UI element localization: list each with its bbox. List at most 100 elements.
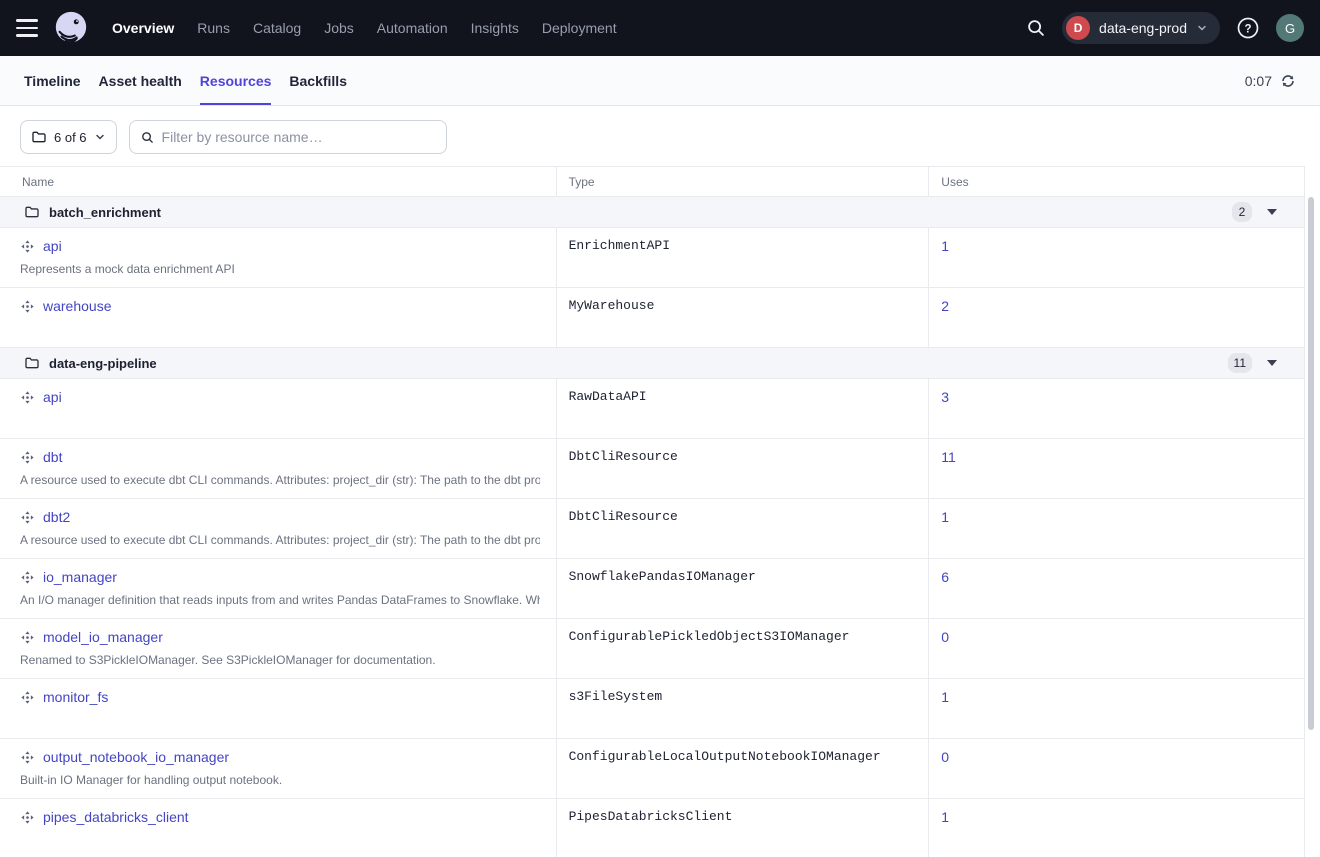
resource-name-cell: pipes_databricks_client — [0, 799, 557, 857]
group-name: batch_enrichment — [49, 205, 161, 220]
tab-resources[interactable]: Resources — [200, 56, 272, 105]
resource-name-link[interactable]: io_manager — [43, 569, 117, 585]
resource-group-row[interactable]: batch_enrichment 2 — [0, 197, 1305, 228]
resource-uses-link[interactable]: 3 — [941, 389, 949, 405]
refresh-icon[interactable] — [1280, 73, 1296, 89]
resource-filter-input[interactable] — [162, 129, 436, 145]
resource-name-link[interactable]: dbt — [43, 449, 62, 465]
resource-name-cell: warehouse — [0, 288, 557, 347]
collapse-caret-icon[interactable] — [1267, 360, 1277, 366]
resource-icon — [20, 630, 35, 645]
resource-uses-cell: 1 — [929, 679, 1304, 738]
resource-description: A resource used to execute dbt CLI comma… — [20, 473, 540, 487]
nav-item-runs[interactable]: Runs — [197, 20, 230, 36]
column-header-uses: Uses — [929, 167, 1304, 196]
nav-item-insights[interactable]: Insights — [471, 20, 519, 36]
resource-uses-cell: 3 — [929, 379, 1304, 438]
resource-icon — [20, 510, 35, 525]
top-nav: Overview Runs Catalog Jobs Automation Insight… — [0, 0, 1320, 56]
filter-row: 6 of 6 — [20, 120, 1300, 154]
resource-name-link[interactable]: model_io_manager — [43, 629, 163, 645]
resources-table: Name Type Uses batch_enrichment 2 api — [0, 166, 1320, 857]
resource-uses-cell: 1 — [929, 799, 1304, 857]
resource-uses-cell: 6 — [929, 559, 1304, 618]
resource-name-link[interactable]: api — [43, 238, 62, 254]
folder-icon — [31, 129, 47, 145]
resource-uses-link[interactable]: 1 — [941, 809, 949, 825]
resource-uses-cell: 11 — [929, 439, 1304, 498]
nav-item-automation[interactable]: Automation — [377, 20, 448, 36]
resource-uses-cell: 1 — [929, 228, 1304, 287]
resource-name-cell: output_notebook_io_manager Built-in IO M… — [0, 739, 557, 798]
resource-row: io_manager An I/O manager definition tha… — [0, 559, 1305, 619]
nav-item-catalog[interactable]: Catalog — [253, 20, 301, 36]
search-icon — [140, 130, 155, 145]
resource-icon — [20, 299, 35, 314]
workspace-initial-badge: D — [1066, 16, 1090, 40]
workspace-label: data-eng-prod — [1099, 20, 1187, 36]
resource-type: SnowflakePandasIOManager — [557, 559, 930, 618]
hamburger-menu-icon[interactable] — [16, 14, 44, 42]
resource-name-link[interactable]: pipes_databricks_client — [43, 809, 189, 825]
column-header-name: Name — [0, 167, 557, 196]
table-header: Name Type Uses — [0, 166, 1305, 197]
resource-type: DbtCliResource — [557, 439, 930, 498]
resource-row: api RawDataAPI 3 — [0, 379, 1305, 439]
resource-name-link[interactable]: dbt2 — [43, 509, 70, 525]
resource-name-link[interactable]: api — [43, 389, 62, 405]
resource-row: warehouse MyWarehouse 2 — [0, 288, 1305, 348]
resource-name-cell: model_io_manager Renamed to S3PickleIOMa… — [0, 619, 557, 678]
collapse-caret-icon[interactable] — [1267, 209, 1277, 215]
resource-name-cell: monitor_fs — [0, 679, 557, 738]
resource-type: s3FileSystem — [557, 679, 930, 738]
resource-uses-link[interactable]: 0 — [941, 749, 949, 765]
svg-text:?: ? — [1244, 23, 1251, 35]
nav-right-group: D data-eng-prod ? G — [1025, 12, 1304, 44]
resource-type: ConfigurableLocalOutputNotebookIOManager — [557, 739, 930, 798]
folder-icon — [24, 204, 40, 220]
dagster-logo-icon[interactable] — [52, 9, 90, 47]
resource-row: api Represents a mock data enrichment AP… — [0, 228, 1305, 288]
resource-name-link[interactable]: warehouse — [43, 298, 112, 314]
resource-uses-cell: 1 — [929, 499, 1304, 558]
workspace-switcher[interactable]: D data-eng-prod — [1062, 12, 1220, 44]
resource-description: Built-in IO Manager for handling output … — [20, 773, 540, 787]
nav-item-deployment[interactable]: Deployment — [542, 20, 617, 36]
resource-uses-link[interactable]: 1 — [941, 689, 949, 705]
tab-timeline[interactable]: Timeline — [24, 56, 81, 105]
nav-item-overview[interactable]: Overview — [112, 20, 174, 36]
resource-uses-link[interactable]: 1 — [941, 509, 949, 525]
resource-type: ConfigurablePickledObjectS3IOManager — [557, 619, 930, 678]
resource-name-cell: api — [0, 379, 557, 438]
chevron-down-icon — [94, 131, 106, 143]
folder-icon — [24, 355, 40, 371]
resource-uses-link[interactable]: 0 — [941, 629, 949, 645]
group-count-label: 6 of 6 — [54, 130, 87, 145]
resource-group-row[interactable]: data-eng-pipeline 11 — [0, 348, 1305, 379]
resource-filter-box — [129, 120, 447, 154]
resource-uses-link[interactable]: 6 — [941, 569, 949, 585]
primary-nav: Overview Runs Catalog Jobs Automation Insight… — [112, 20, 617, 36]
tab-asset-health[interactable]: Asset health — [99, 56, 182, 105]
group-name: data-eng-pipeline — [49, 356, 157, 371]
tab-backfills[interactable]: Backfills — [289, 56, 347, 105]
resource-uses-cell: 2 — [929, 288, 1304, 347]
resource-name-link[interactable]: monitor_fs — [43, 689, 108, 705]
resource-icon — [20, 810, 35, 825]
resource-name-link[interactable]: output_notebook_io_manager — [43, 749, 229, 765]
nav-item-jobs[interactable]: Jobs — [324, 20, 354, 36]
user-avatar[interactable]: G — [1276, 14, 1304, 42]
group-count-dropdown[interactable]: 6 of 6 — [20, 120, 117, 154]
resource-uses-link[interactable]: 1 — [941, 238, 949, 254]
help-icon[interactable]: ? — [1235, 15, 1261, 41]
resource-row: dbt A resource used to execute dbt CLI c… — [0, 439, 1305, 499]
tab-bar: Timeline Asset health Resources Backfills 0… — [0, 56, 1320, 106]
resource-type: MyWarehouse — [557, 288, 930, 347]
refresh-elapsed-time: 0:07 — [1245, 73, 1272, 89]
resource-name-cell: io_manager An I/O manager definition tha… — [0, 559, 557, 618]
search-icon[interactable] — [1025, 17, 1047, 39]
resource-uses-link[interactable]: 2 — [941, 298, 949, 314]
vertical-scrollbar[interactable] — [1308, 197, 1314, 730]
resource-uses-link[interactable]: 11 — [941, 449, 956, 465]
resource-type: DbtCliResource — [557, 499, 930, 558]
